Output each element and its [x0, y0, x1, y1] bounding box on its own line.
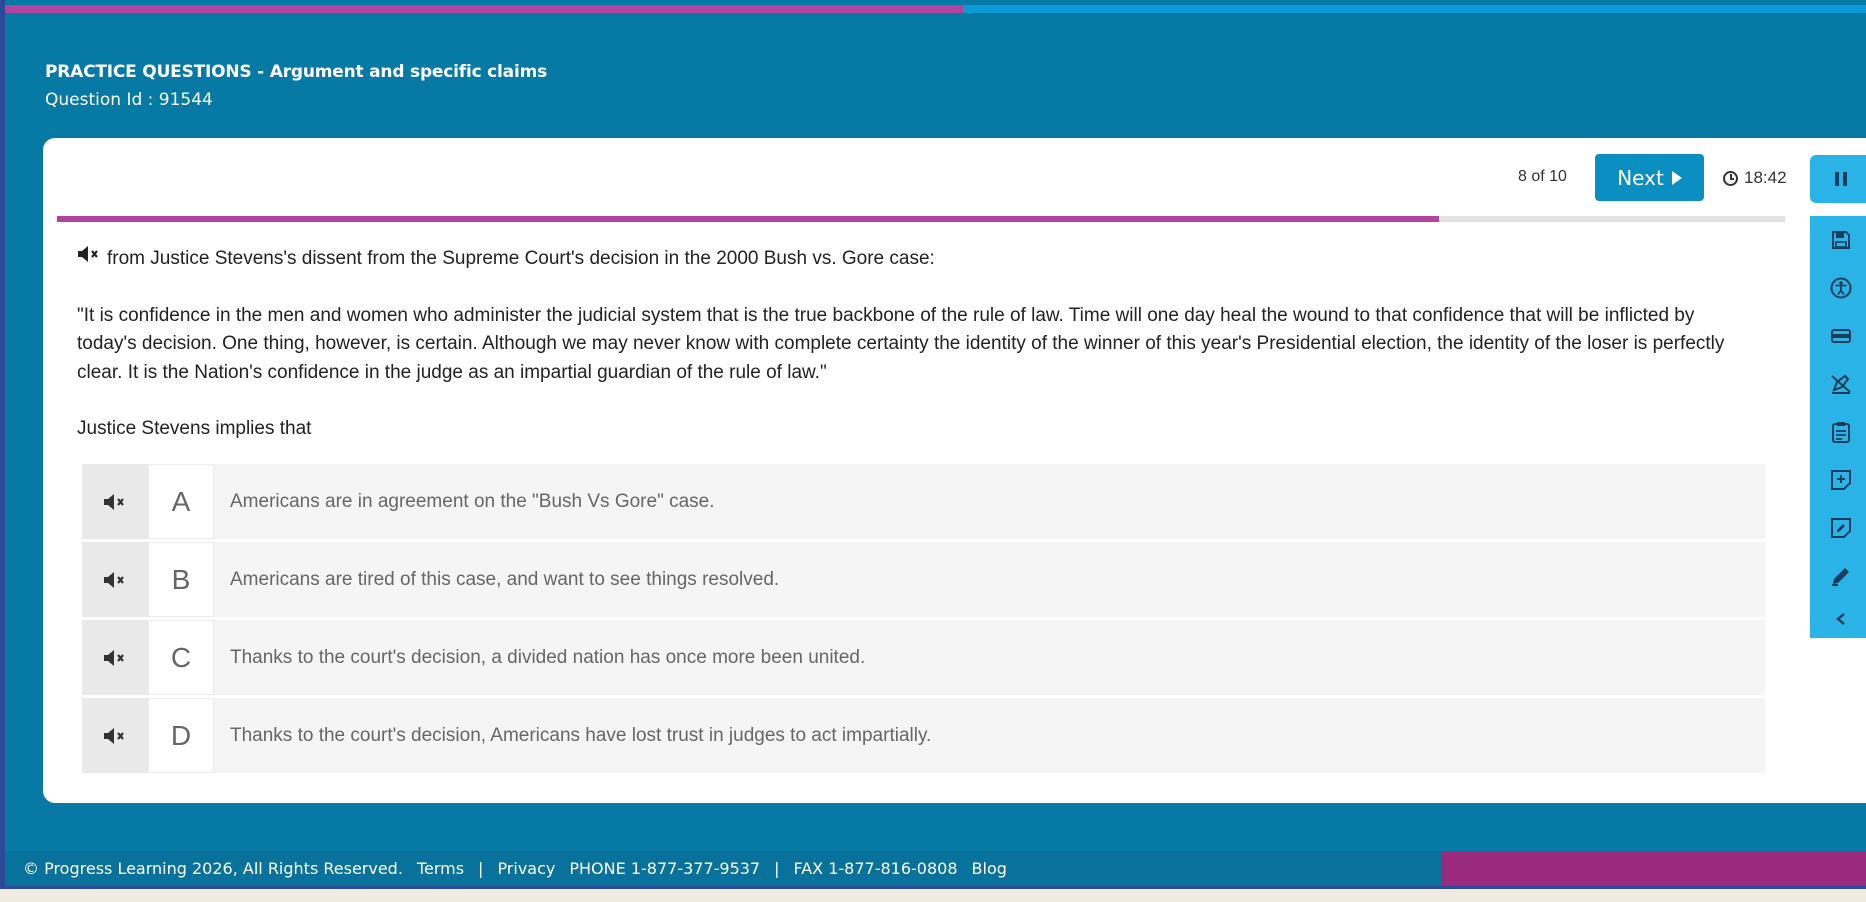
clipboard-icon [1831, 422, 1850, 443]
footer-accent-strip [1442, 851, 1866, 886]
mute-speaker-icon[interactable] [82, 698, 148, 773]
answer-list: A Americans are in agreement on the "Bus… [82, 464, 1765, 776]
save-tool[interactable] [1810, 216, 1866, 264]
timer: 18:42 [1723, 168, 1787, 188]
next-button[interactable]: Next [1595, 154, 1704, 201]
tools-sidebar [1810, 216, 1866, 638]
answer-letter: A [148, 464, 214, 539]
app-window: PRACTICE QUESTIONS - Argument and specif… [0, 0, 1866, 888]
pause-button[interactable] [1810, 155, 1866, 203]
top-progress-bar [5, 5, 1866, 13]
answer-option-b[interactable]: B Americans are tired of this case, and … [82, 542, 1765, 617]
answer-option-a[interactable]: A Americans are in agreement on the "Bus… [82, 464, 1765, 539]
clipboard-tool[interactable] [1810, 408, 1866, 456]
mute-speaker-icon[interactable] [82, 620, 148, 695]
footer-separator: | [774, 859, 780, 878]
footer-copyright: © Progress Learning 2026, All Rights Res… [23, 859, 403, 878]
line-reader-icon [1830, 329, 1851, 343]
top-progress-fill [5, 5, 964, 13]
footer-links: © Progress Learning 2026, All Rights Res… [23, 851, 1021, 886]
line-reader-tool[interactable] [1810, 312, 1866, 360]
note-edit-tool[interactable] [1810, 504, 1866, 552]
page-title: PRACTICE QUESTIONS - Argument and specif… [45, 62, 548, 82]
page-header: PRACTICE QUESTIONS - Argument and specif… [45, 62, 547, 110]
save-icon [1831, 231, 1850, 249]
accessibility-tool[interactable] [1810, 264, 1866, 312]
answer-text: Thanks to the court's decision, a divide… [230, 646, 866, 668]
mute-speaker-icon[interactable] [82, 542, 148, 617]
play-triangle-icon [1671, 170, 1682, 185]
question-counter: 8 of 10 [1518, 168, 1567, 185]
question-progress-bar [57, 216, 1785, 222]
answer-text: Thanks to the court's decision, American… [230, 724, 932, 746]
chevron-left-icon [1835, 613, 1845, 625]
footer-phone: PHONE 1-877-377-9537 [569, 859, 761, 878]
add-note-tool[interactable] [1810, 456, 1866, 504]
question-content: from Justice Stevens's dissent from the … [77, 244, 1757, 444]
pencil-icon [1831, 568, 1849, 586]
answer-letter: D [148, 698, 214, 773]
pencil-tool[interactable] [1810, 552, 1866, 600]
timer-value: 18:42 [1744, 168, 1787, 187]
answer-option-d[interactable]: D Thanks to the court's decision, Americ… [82, 698, 1765, 773]
note-edit-icon [1830, 518, 1851, 538]
answer-text: Americans are tired of this case, and wa… [230, 568, 780, 590]
question-progress-fill [57, 216, 1440, 222]
add-note-icon [1830, 470, 1851, 490]
question-intro: from Justice Stevens's dissent from the … [77, 244, 1757, 274]
pause-icon [1834, 172, 1847, 186]
question-id: Question Id : 91544 [45, 90, 213, 110]
footer-privacy-link[interactable]: Privacy [497, 859, 555, 878]
answer-option-c[interactable]: C Thanks to the court's decision, a divi… [82, 620, 1765, 695]
mute-speaker-icon[interactable] [82, 464, 148, 539]
next-button-label: Next [1617, 165, 1664, 190]
mute-speaker-icon[interactable] [77, 244, 101, 274]
answer-letter: C [148, 620, 214, 695]
highlighter-off-tool[interactable] [1810, 360, 1866, 408]
answer-text: Americans are in agreement on the "Bush … [230, 490, 715, 512]
clock-icon [1723, 170, 1738, 186]
question-stem: Justice Stevens implies that [77, 418, 312, 439]
footer-separator: | [478, 859, 484, 878]
question-quote: "It is confidence in the men and women w… [77, 304, 1725, 383]
answer-letter: B [148, 542, 214, 617]
footer-blog-link[interactable]: Blog [972, 859, 1007, 878]
page-footer: © Progress Learning 2026, All Rights Res… [5, 851, 1866, 886]
collapse-tools-button[interactable] [1810, 600, 1866, 638]
footer-terms-link[interactable]: Terms [417, 859, 464, 878]
footer-fax: FAX 1-877-816-0808 [793, 859, 958, 878]
accessibility-icon [1830, 277, 1851, 299]
question-card: 8 of 10 Next 18:42 from Justice Stevens'… [43, 138, 1866, 803]
question-intro-text: from Justice Stevens's dissent from the … [107, 247, 935, 269]
highlighter-off-icon [1830, 374, 1851, 394]
window-bottom-border [0, 886, 1866, 889]
